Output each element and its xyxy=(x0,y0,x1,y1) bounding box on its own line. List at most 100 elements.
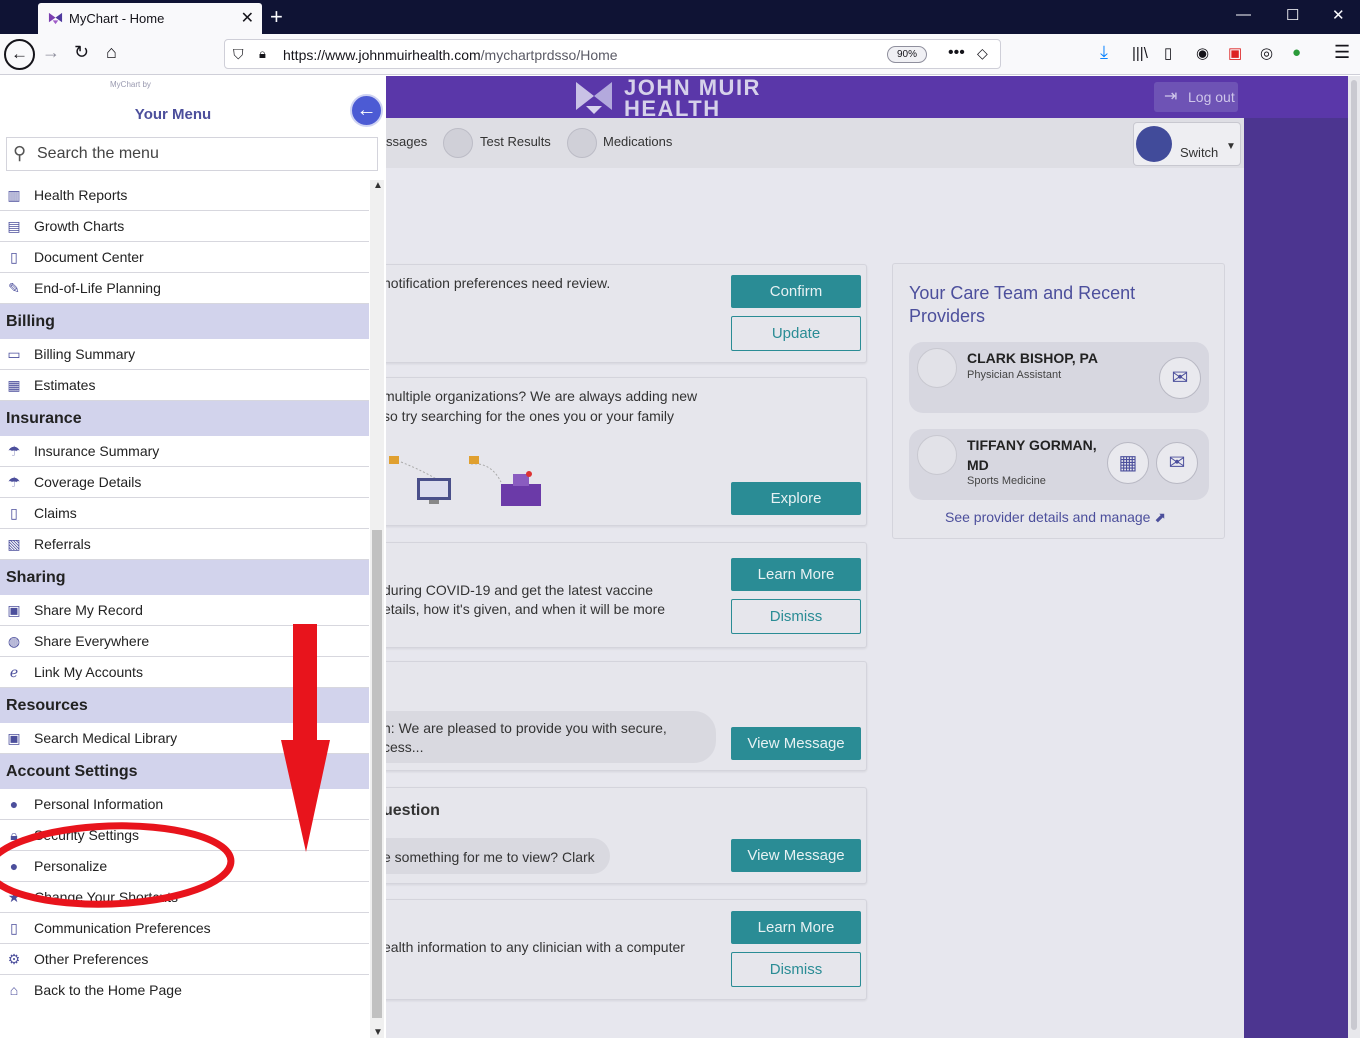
menu-item-link-my-accounts[interactable]: ℯ Link My Accounts xyxy=(0,657,369,688)
url-text[interactable]: https://www.johnmuirhealth.com/mychartpr… xyxy=(283,47,618,63)
url-bar[interactable]: ⛉ 🔒︎ https://www.johnmuirhealth.com/mych… xyxy=(224,39,1001,69)
menu-item-insurance-summary[interactable]: ☂ Insurance Summary xyxy=(0,436,369,467)
learn-more-button[interactable]: Learn More xyxy=(731,558,861,591)
extension-icon[interactable]: ◉ xyxy=(1196,44,1209,62)
dismiss-button[interactable]: Dismiss xyxy=(731,952,861,987)
library-icon[interactable]: |||\ xyxy=(1132,45,1148,62)
section-header-resources: Resources xyxy=(0,688,369,723)
test-results-icon[interactable] xyxy=(443,128,473,158)
pocket-icon[interactable]: ◇ xyxy=(977,45,988,62)
provider-details-link[interactable]: See provider details and manage ⬈ xyxy=(945,509,1166,526)
menu-item-estimates[interactable]: ▦ Estimates xyxy=(0,370,369,401)
menu-item-document-center[interactable]: ▯ Document Center xyxy=(0,242,369,273)
umbrella-check-icon: ☂ xyxy=(7,474,21,490)
page-actions-icon[interactable]: ••• xyxy=(948,44,965,62)
provider-name: CLARK BISHOP, PA xyxy=(967,350,1098,366)
close-menu-arrow-icon[interactable]: ← xyxy=(350,94,383,127)
menu-search-input[interactable] xyxy=(37,142,367,166)
switch-account-button[interactable]: Switch ▼ xyxy=(1134,123,1240,165)
card-title: uestion xyxy=(383,802,440,819)
card-organizations: multiple organizations? We are always ad… xyxy=(370,377,867,526)
dismiss-button[interactable]: Dismiss xyxy=(731,599,861,634)
scroll-up-arrow-icon[interactable]: ▲ xyxy=(373,180,383,191)
card-text: n: We are pleased to provide you with se… xyxy=(383,720,667,736)
menu-item-end-of-life-planning[interactable]: ✎ End-of-Life Planning xyxy=(0,273,369,304)
extension-icon[interactable]: ● xyxy=(1292,44,1301,61)
nav-test-results[interactable]: Test Results xyxy=(480,134,551,149)
zoom-level[interactable]: 90% xyxy=(887,46,927,63)
back-arrow-icon[interactable]: ← xyxy=(4,39,35,70)
menu-item-other-preferences[interactable]: ⚙ Other Preferences xyxy=(0,944,369,975)
medications-icon[interactable] xyxy=(567,128,597,158)
nav-messages[interactable]: ssages xyxy=(386,134,427,149)
menu-item-label: Coverage Details xyxy=(34,474,142,490)
scroll-down-arrow-icon[interactable]: ▼ xyxy=(373,1027,383,1038)
menu-hamburger-icon[interactable]: ☰ xyxy=(1334,42,1350,63)
menu-item-label: Communication Preferences xyxy=(34,920,211,936)
menu-item-security-settings[interactable]: 🔒︎ Security Settings xyxy=(0,820,369,851)
new-tab-icon[interactable]: + xyxy=(270,4,283,30)
menu-item-share-my-record[interactable]: ▣ Share My Record xyxy=(0,595,369,626)
page-scrollbar[interactable] xyxy=(1348,76,1360,1038)
menu-item-share-everywhere[interactable]: ◍ Share Everywhere xyxy=(0,626,369,657)
reload-icon[interactable]: ↻ xyxy=(74,42,89,63)
home-icon[interactable]: ⌂ xyxy=(106,42,117,63)
menu-search-box[interactable]: ⚲ xyxy=(6,137,378,171)
sidebar-icon[interactable]: ▯ xyxy=(1164,44,1172,62)
menu-item-health-reports[interactable]: ▥ Health Reports xyxy=(0,180,369,211)
provider-role: Physician Assistant xyxy=(967,369,1062,381)
logout-button[interactable]: ⇥ Log out xyxy=(1154,82,1238,112)
care-team-title: Your Care Team and Recent Providers xyxy=(909,283,1136,326)
view-message-button[interactable]: View Message xyxy=(731,727,861,760)
mychart-favicon-icon xyxy=(48,12,63,25)
browser-tab[interactable]: MyChart - Home ✕ xyxy=(38,3,262,34)
tab-close-icon[interactable]: ✕ xyxy=(241,8,254,28)
provider-name-line1: TIFFANY GORMAN, xyxy=(967,437,1097,453)
provider-card[interactable]: TIFFANY GORMAN, MD Sports Medicine ▦ ✉ xyxy=(909,429,1209,500)
browser-nav-bar: ← → ↻ ⌂ ⛉ 🔒︎ https://www.johnmuirhealth.… xyxy=(0,34,1360,75)
provider-card[interactable]: CLARK BISHOP, PA Physician Assistant ✉ xyxy=(909,342,1209,413)
page-scrollbar-thumb[interactable] xyxy=(1351,80,1357,1030)
nav-medications[interactable]: Medications xyxy=(603,134,672,149)
menu-title: Your Menu xyxy=(134,106,212,123)
menu-scrollbar[interactable]: ▲ ▼ xyxy=(370,180,384,1038)
explore-button[interactable]: Explore xyxy=(731,482,861,515)
menu-scrollbar-thumb[interactable] xyxy=(372,530,382,1018)
forward-arrow-icon[interactable]: → xyxy=(42,42,60,63)
gear-icon: ⚙ xyxy=(7,951,21,967)
provider-role: Sports Medicine xyxy=(967,475,1046,487)
message-envelope-icon[interactable]: ✉ xyxy=(1159,357,1201,399)
menu-item-label: Back to the Home Page xyxy=(34,982,182,998)
menu-item-personalize[interactable]: ● Personalize xyxy=(0,851,369,882)
account-icon[interactable]: ◎ xyxy=(1260,44,1273,62)
menu-item-claims[interactable]: ▯ Claims xyxy=(0,498,369,529)
message-envelope-icon[interactable]: ✉ xyxy=(1156,442,1198,484)
menu-item-personal-information[interactable]: ● Personal Information xyxy=(0,789,369,820)
tracking-shield-icon[interactable]: ⛉ xyxy=(233,46,244,63)
menu-item-back-to-home[interactable]: ⌂ Back to the Home Page xyxy=(0,975,369,1006)
menu-item-referrals[interactable]: ▧ Referrals xyxy=(0,529,369,560)
extension-icon[interactable]: ▣ xyxy=(1228,44,1242,62)
menu-item-label: Change Your Shortcuts xyxy=(34,889,178,905)
card-text: during COVID-19 and get the latest vacci… xyxy=(383,582,654,598)
menu-item-growth-charts[interactable]: ▤ Growth Charts xyxy=(0,211,369,242)
menu-item-label: Share Everywhere xyxy=(34,633,150,649)
menu-item-search-medical-library[interactable]: ▣ Search Medical Library xyxy=(0,723,369,754)
menu-item-label: Billing Summary xyxy=(34,346,136,362)
minimize-icon[interactable]: — xyxy=(1236,6,1251,23)
menu-item-communication-preferences[interactable]: ▯ Communication Preferences xyxy=(0,913,369,944)
calendar-icon[interactable]: ▦ xyxy=(1107,442,1149,484)
organizations-illustration xyxy=(389,456,541,506)
menu-item-change-your-shortcuts[interactable]: ★ Change Your Shortcuts xyxy=(0,882,369,913)
learn-more-button[interactable]: Learn More xyxy=(731,911,861,944)
maximize-icon[interactable]: ☐ xyxy=(1286,6,1299,24)
update-button[interactable]: Update xyxy=(731,316,861,351)
download-icon[interactable]: ⤓ xyxy=(1100,42,1108,63)
menu-item-billing-summary[interactable]: ▭ Billing Summary xyxy=(0,339,369,370)
confirm-button[interactable]: Confirm xyxy=(731,275,861,308)
menu-item-coverage-details[interactable]: ☂ Coverage Details xyxy=(0,467,369,498)
lock-icon[interactable]: 🔒︎ xyxy=(259,46,266,62)
view-message-button[interactable]: View Message xyxy=(731,839,861,872)
window-close-icon[interactable]: ✕ xyxy=(1332,6,1345,24)
card-text: notification preferences need review. xyxy=(383,275,611,291)
